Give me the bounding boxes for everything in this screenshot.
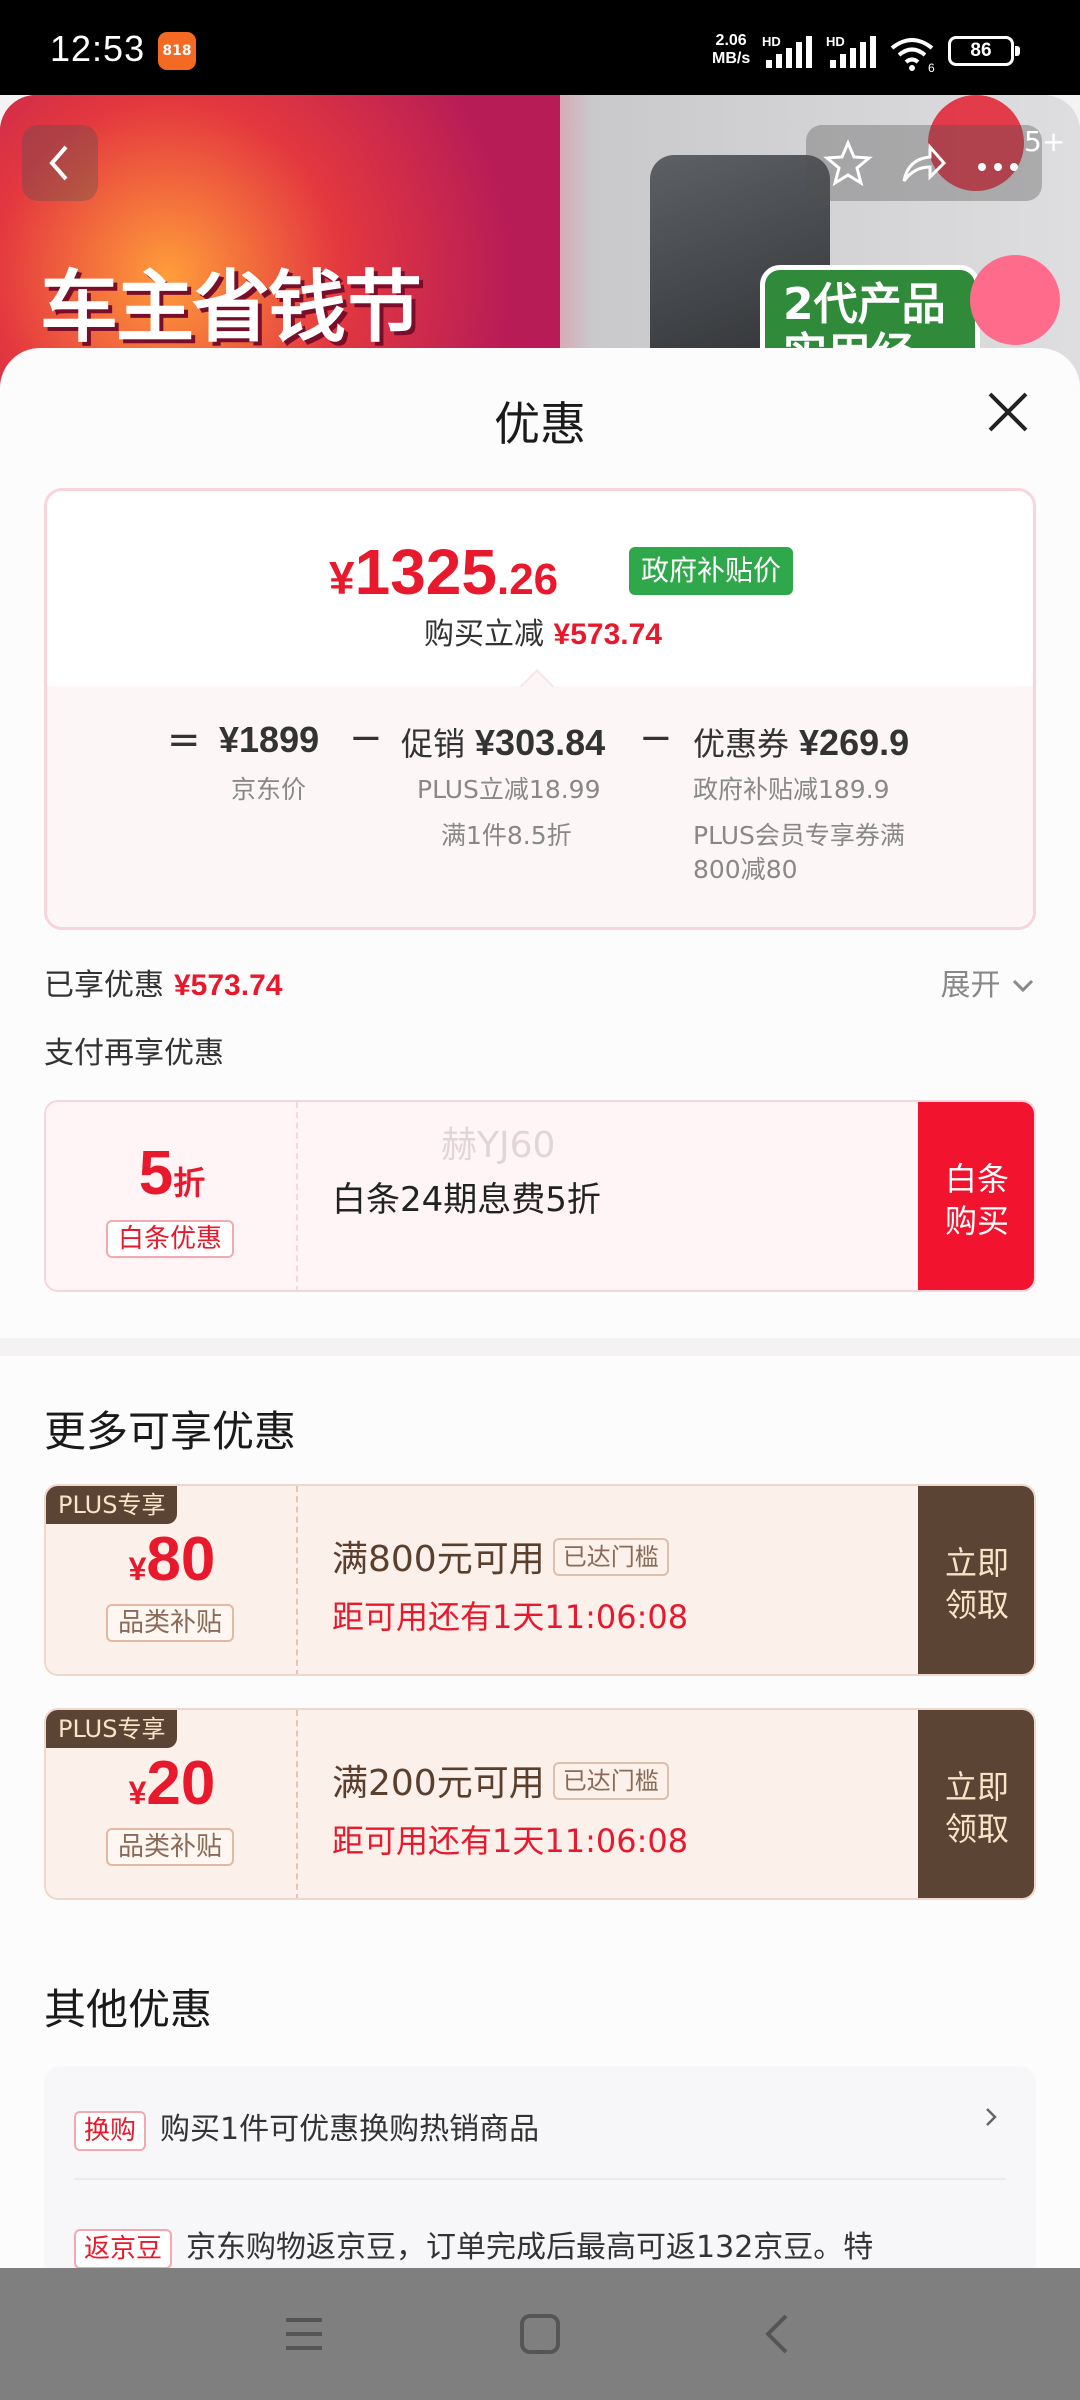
coupon-value: ¥80 [128, 1525, 216, 1594]
home-icon[interactable] [518, 2312, 562, 2356]
plus-exclusive-tag: PLUS专享 [46, 1710, 178, 1748]
baitiao-text: 白条24期息费5折 [332, 1180, 601, 1220]
gov-subsidy-badge: 政府补贴价 [629, 547, 794, 595]
claim-coupon-button[interactable]: 立即 领取 [918, 1486, 1034, 1674]
other-offers-title: 其他优惠 [44, 1985, 213, 2034]
status-time: 12:53 [50, 28, 146, 69]
network-speed: 2.06 MB/s [712, 32, 751, 67]
baitiao-tag: 白条优惠 [106, 1220, 235, 1258]
system-nav-bar [0, 2268, 1080, 2400]
coupon-amount: 优惠券 ¥269.9 [693, 722, 910, 763]
jingdou-tag: 返京豆 [74, 2229, 173, 2269]
sheet-title: 优惠 [494, 397, 586, 451]
exchange-tag: 换购 [74, 2111, 147, 2151]
more-icon[interactable] [970, 137, 1030, 189]
price-breakdown-card: ¥1325.26 政府补贴价 购买立减 ¥573.74 = ¥1899 京东价 … [44, 488, 1036, 930]
equals-sign: = [167, 717, 201, 763]
svg-text:HD: HD [826, 36, 845, 49]
svg-text:6: 6 [928, 61, 935, 75]
list-item-exchange[interactable]: 换购 购买1件可优惠换购热销商品 [74, 2104, 539, 2151]
top-actions [806, 125, 1042, 201]
list-item-jingdou[interactable]: 返京豆 京东购物返京豆，订单完成后最高可返132京豆。特 [74, 2222, 873, 2269]
section-divider [0, 1338, 1080, 1356]
category-subsidy-tag: 品类补贴 [106, 1828, 235, 1866]
baitiao-buy-button[interactable]: 白条 购买 [918, 1102, 1034, 1290]
minus-sign-2: − [639, 715, 673, 761]
watermark: 赫YJ60 [441, 1125, 556, 1166]
cart-count-badge: 5+ [1024, 125, 1066, 158]
chevron-down-icon [1012, 979, 1034, 993]
coupon-condition: 满800元可用 已达门槛 [332, 1530, 669, 1582]
back-icon[interactable] [756, 2312, 800, 2356]
claim-coupon-button[interactable]: 立即 领取 [918, 1710, 1034, 1898]
mascot-image [970, 255, 1060, 345]
back-arrow-icon [49, 145, 68, 181]
banner-title: 车主省钱节 [40, 263, 422, 353]
pay-again-title: 支付再享优惠 [44, 1036, 224, 1071]
promo-amount: 促销 ¥303.84 [401, 722, 606, 763]
coupon-countdown: 距可用还有1天11:06:08 [332, 1598, 689, 1636]
threshold-met-tag: 已达门槛 [552, 1762, 669, 1800]
promo-sub-plus: PLUS立减18.99 [417, 775, 601, 804]
coupon-card: PLUS专享 ¥20 品类补贴 满200元可用 已达门槛 距可用还有1天11:06… [44, 1708, 1036, 1900]
menu-icon[interactable] [282, 2312, 326, 2356]
wifi-icon: 6 [890, 38, 935, 75]
close-icon[interactable] [984, 388, 1032, 436]
signal-icon-2: HD [826, 36, 876, 68]
coupon-value: ¥20 [128, 1749, 216, 1818]
coupon-sub-plus-2: 800减80 [693, 855, 798, 884]
jd-price: ¥1899 [219, 719, 320, 760]
signal-icon: HD [762, 36, 812, 68]
coupon-condition: 满200元可用 已达门槛 [332, 1754, 669, 1806]
share-icon[interactable] [896, 137, 948, 189]
status-bar: 12:53 818 2.06 MB/s HD HD 6 86 [0, 0, 1080, 95]
reduce-line: 购买立减 ¥573.74 [424, 617, 662, 652]
minus-sign: − [349, 715, 383, 761]
coupon-card: PLUS专享 ¥80 品类补贴 满800元可用 已达门槛 距可用还有1天11:06… [44, 1484, 1036, 1676]
jd-app-icon: 818 [158, 32, 196, 70]
battery-indicator: 86 [948, 36, 1020, 66]
star-icon[interactable] [822, 137, 874, 189]
coupon-countdown: 距可用还有1天11:06:08 [332, 1822, 689, 1860]
threshold-met-tag: 已达门槛 [552, 1538, 669, 1576]
discount-sheet: 优惠 ¥1325.26 政府补贴价 购买立减 ¥573.74 = ¥1899 京… [0, 348, 1080, 2326]
expand-button[interactable]: 展开 [940, 960, 1036, 1004]
jd-price-label: 京东价 [231, 775, 307, 804]
final-price: ¥1325.26 [329, 536, 559, 608]
baitiao-discount: 5折 [138, 1139, 206, 1208]
promo-sub-discount: 满1件8.5折 [441, 821, 572, 850]
svg-text:HD: HD [762, 36, 781, 49]
back-button[interactable] [22, 125, 98, 201]
plus-exclusive-tag: PLUS专享 [46, 1486, 178, 1524]
coupon-sub-gov: 政府补贴减189.9 [693, 775, 890, 804]
more-offers-title: 更多可享优惠 [44, 1407, 297, 1456]
enjoyed-discount: 已享优惠 ¥573.74 [44, 968, 283, 1003]
category-subsidy-tag: 品类补贴 [106, 1604, 235, 1642]
chevron-right-icon [986, 2108, 997, 2126]
baitiao-offer-card: 5折 白条优惠 赫YJ60 白条24期息费5折 白条 购买 [44, 1100, 1036, 1292]
